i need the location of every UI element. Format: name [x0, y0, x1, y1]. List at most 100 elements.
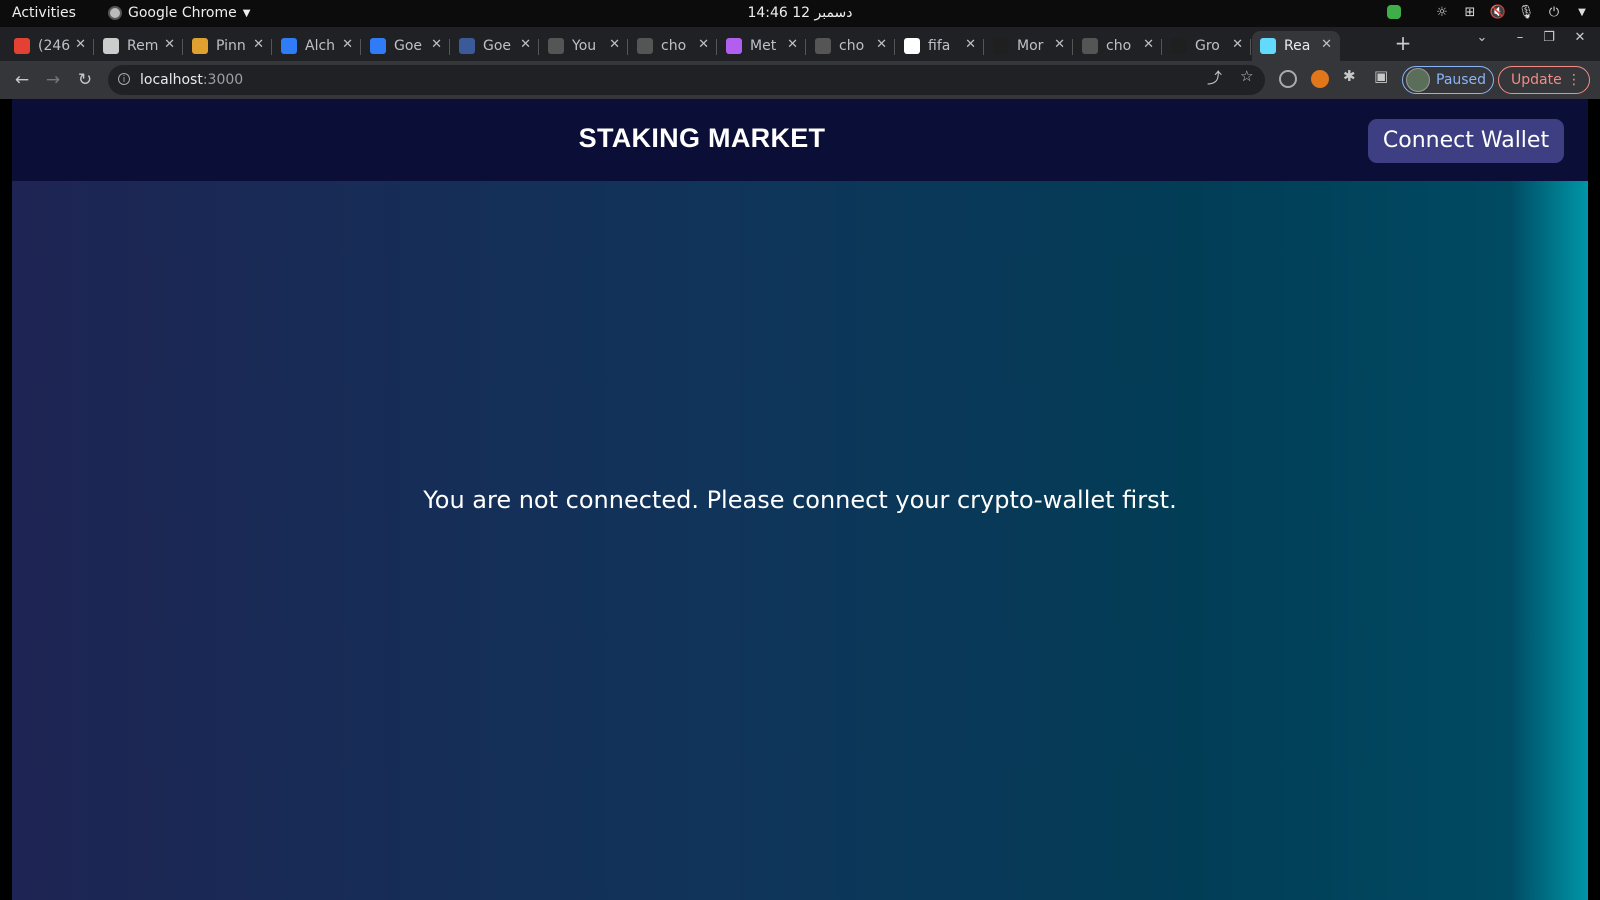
tab-close-icon[interactable]: ✕: [520, 37, 531, 52]
browser-tab[interactable]: Goe ✕: [451, 31, 539, 61]
tab-separator: [449, 39, 450, 55]
power-icon[interactable]: ⏻: [1546, 4, 1562, 20]
minimize-window-icon[interactable]: –: [1508, 30, 1532, 45]
browser-tab[interactable]: (246 ✕: [6, 31, 94, 61]
tab-close-icon[interactable]: ✕: [431, 37, 442, 52]
browser-tab[interactable]: cho ✕: [1074, 31, 1162, 61]
extensions-puzzle-icon[interactable]: ✱: [1343, 67, 1356, 85]
tab-close-icon[interactable]: ✕: [965, 37, 976, 52]
tab-favicon-icon: [815, 38, 831, 54]
tab-label: Met: [750, 38, 777, 54]
app-menu[interactable]: Google Chrome ▼: [108, 5, 250, 21]
restore-window-icon[interactable]: ❐: [1537, 30, 1561, 45]
tab-separator: [1072, 39, 1073, 55]
forward-arrow-icon[interactable]: →: [41, 68, 65, 92]
app-name: Google Chrome: [128, 5, 237, 21]
tab-label: Rea: [1284, 38, 1311, 54]
tab-label: You: [572, 38, 597, 54]
tab-close-icon[interactable]: ✕: [75, 37, 86, 52]
profile-status-label: Paused: [1436, 72, 1487, 88]
close-window-icon[interactable]: ✕: [1568, 30, 1592, 45]
side-panel-icon[interactable]: ▣: [1374, 67, 1388, 85]
update-button[interactable]: Update ⋮: [1498, 66, 1590, 94]
tab-separator: [716, 39, 717, 55]
microphone-icon[interactable]: 🎙: [1518, 4, 1535, 20]
browser-tab[interactable]: Goe ✕: [362, 31, 450, 61]
tab-close-icon[interactable]: ✕: [1321, 37, 1332, 52]
tab-close-icon[interactable]: ✕: [609, 37, 620, 52]
extension-record-icon[interactable]: [1279, 70, 1297, 88]
tab-close-icon[interactable]: ✕: [253, 37, 264, 52]
avatar: [1406, 68, 1430, 92]
tab-close-icon[interactable]: ✕: [1232, 37, 1243, 52]
tab-close-icon[interactable]: ✕: [876, 37, 887, 52]
metamask-fox-icon[interactable]: [1311, 70, 1329, 88]
browser-tab[interactable]: Alch ✕: [273, 31, 361, 61]
brightness-icon[interactable]: ☼: [1434, 4, 1450, 20]
tab-favicon-icon: [1082, 38, 1098, 54]
tab-separator: [271, 39, 272, 55]
tab-separator: [1161, 39, 1162, 55]
reload-icon[interactable]: ↻: [73, 68, 97, 92]
tab-favicon-icon: [548, 38, 564, 54]
bookmark-star-icon[interactable]: ☆: [1240, 67, 1253, 85]
browser-tab[interactable]: Rem ✕: [95, 31, 183, 61]
tab-label: Gro: [1195, 38, 1220, 54]
tab-favicon-icon: [993, 38, 1009, 54]
page-title: STAKING MARKET: [578, 123, 826, 153]
browser-tab[interactable]: cho ✕: [629, 31, 717, 61]
tab-favicon-icon: [1171, 38, 1187, 54]
browser-tab[interactable]: Mor ✕: [985, 31, 1073, 61]
browser-tab[interactable]: Met ✕: [718, 31, 806, 61]
system-menu-caret-icon[interactable]: ▼: [1574, 4, 1590, 20]
share-icon[interactable]: ⤴: [1207, 67, 1222, 88]
tab-separator: [182, 39, 183, 55]
browser-tab[interactable]: Pinn ✕: [184, 31, 272, 61]
browser-tab[interactable]: cho ✕: [807, 31, 895, 61]
dropdown-caret-icon: ▼: [242, 7, 251, 19]
back-arrow-icon[interactable]: ←: [10, 68, 34, 92]
tab-label: Mor: [1017, 38, 1044, 54]
tab-separator: [627, 39, 628, 55]
more-menu-icon[interactable]: ⋮: [1567, 67, 1581, 93]
tab-label: Goe: [394, 38, 423, 54]
tab-favicon-icon: [103, 38, 119, 54]
network-icon[interactable]: ⊞: [1462, 4, 1478, 20]
url-host: localhost: [140, 72, 203, 88]
activities-button[interactable]: Activities: [12, 5, 76, 21]
tab-close-icon[interactable]: ✕: [164, 37, 175, 52]
tab-label: (246: [38, 38, 71, 54]
tab-separator: [894, 39, 895, 55]
security-extension-icon[interactable]: [1387, 5, 1401, 19]
os-top-bar: Activities Google Chrome ▼ 14:46 12 دسمب…: [0, 0, 1600, 27]
chrome-icon: [108, 6, 122, 20]
page-content: STAKING MARKET Connect Wallet You are no…: [12, 99, 1588, 900]
tab-label: Rem: [127, 38, 159, 54]
tab-close-icon[interactable]: ✕: [1143, 37, 1154, 52]
new-tab-button[interactable]: +: [1391, 31, 1415, 55]
tab-strip: (246 ✕ Rem ✕ Pinn ✕ Alch ✕ Goe ✕ Goe ✕ You ✕ cho ✕ Met ✕ c…: [0, 27, 1600, 61]
address-bar[interactable]: i localhost:3000: [108, 65, 1265, 95]
tab-close-icon[interactable]: ✕: [1054, 37, 1065, 52]
connect-wallet-button[interactable]: Connect Wallet: [1368, 119, 1564, 163]
tab-separator: [805, 39, 806, 55]
app-header: STAKING MARKET Connect Wallet: [12, 99, 1588, 181]
tab-close-icon[interactable]: ✕: [787, 37, 798, 52]
profile-button[interactable]: Paused: [1402, 66, 1494, 94]
tab-label: cho: [839, 38, 865, 54]
tab-label: cho: [661, 38, 687, 54]
browser-tab[interactable]: Gro ✕: [1163, 31, 1251, 61]
volume-muted-icon[interactable]: 🔇: [1490, 4, 1506, 20]
browser-tab[interactable]: You ✕: [540, 31, 628, 61]
site-info-icon[interactable]: i: [118, 73, 130, 85]
tab-search-icon[interactable]: ⌄: [1470, 30, 1494, 45]
browser-tab[interactable]: fifa ✕: [896, 31, 984, 61]
update-label: Update: [1511, 72, 1562, 88]
tab-favicon-icon: [726, 38, 742, 54]
tab-close-icon[interactable]: ✕: [342, 37, 353, 52]
system-tray[interactable]: ☼ ⊞ 🔇 🎙 ⏻ ▼: [1386, 4, 1590, 20]
browser-toolbar: ← → ↻ i localhost:3000 ⤴ ☆ ✱ ▣ Paused Up…: [0, 61, 1600, 99]
tab-close-icon[interactable]: ✕: [698, 37, 709, 52]
left-window-edge: [0, 99, 12, 900]
browser-tab[interactable]: Rea ✕: [1252, 31, 1340, 61]
